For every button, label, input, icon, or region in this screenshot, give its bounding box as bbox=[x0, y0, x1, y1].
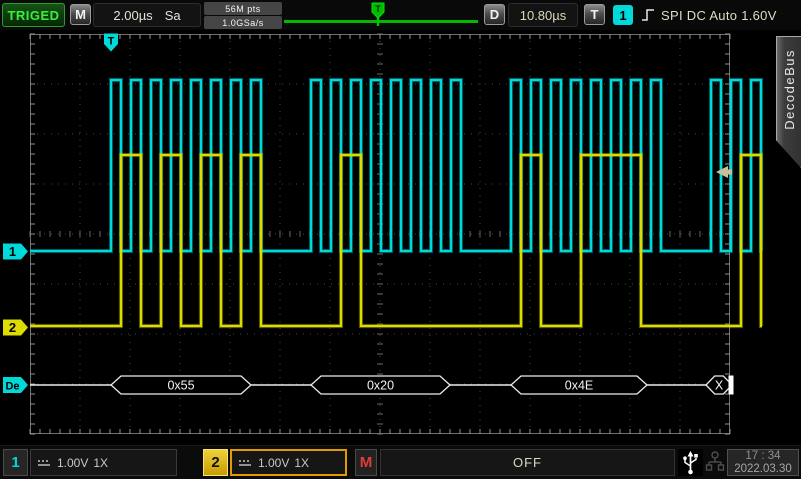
top-status-bar: TRIGED M 2.00µs Sa 56M pts 1.0GSa/s T D … bbox=[0, 0, 801, 30]
svg-text:0x4E: 0x4E bbox=[565, 379, 594, 393]
memory-trigger-pin-icon[interactable]: T bbox=[370, 1, 386, 29]
svg-text:X: X bbox=[715, 379, 724, 393]
ch1-scale: 1.00V bbox=[57, 456, 88, 470]
rising-edge-icon bbox=[641, 7, 657, 23]
trigger-position-flag[interactable]: T bbox=[104, 34, 118, 52]
usb-icon bbox=[681, 450, 700, 475]
ch2-settings-box-selected[interactable]: 1.00V 1X bbox=[230, 449, 347, 476]
sample-rate-label: 1.0GSa/s bbox=[204, 16, 282, 29]
ch1-settings-box[interactable]: 1.00V 1X bbox=[30, 449, 177, 476]
trigger-status-badge: TRIGED bbox=[2, 3, 65, 27]
timebase-value: 2.00µs bbox=[113, 8, 152, 23]
scope-display: 0x550x200x4EXT12De bbox=[0, 0, 801, 479]
dc-coupling-icon bbox=[37, 457, 52, 469]
bottom-status-bar: 1 1.00V 1X 2 1.00V 1X M OFF bbox=[0, 445, 801, 479]
ch1-badge[interactable]: 1 bbox=[3, 449, 28, 476]
sample-mode-label: Sa bbox=[165, 8, 181, 23]
math-status-box[interactable]: OFF bbox=[380, 449, 675, 476]
ch1-ground-badge[interactable]: 1 bbox=[3, 244, 28, 260]
trigger-settings-text: SPI DC Auto 1.60V bbox=[661, 0, 777, 30]
decode-bus-row: 0x55 0x20 0x4E X bbox=[30, 376, 734, 395]
timebase-box[interactable]: 2.00µs Sa bbox=[93, 3, 201, 27]
datetime-box: 17 : 34 2022.03.30 bbox=[727, 449, 799, 476]
svg-text:2: 2 bbox=[9, 320, 16, 335]
ch2-ground-badge[interactable]: 2 bbox=[3, 320, 28, 336]
clock-time: 17 : 34 bbox=[745, 450, 780, 463]
ch2-probe: 1X bbox=[294, 456, 309, 470]
ch1-probe: 1X bbox=[93, 456, 108, 470]
trigger-delay-value[interactable]: 10.80µs bbox=[508, 3, 578, 27]
lan-status bbox=[704, 449, 726, 476]
decode-tab-label: DecodeBus bbox=[782, 49, 797, 130]
trigger-source-badge[interactable]: 1 bbox=[613, 5, 633, 25]
lan-icon bbox=[705, 450, 725, 475]
delay-menu-badge[interactable]: D bbox=[484, 4, 505, 25]
svg-text:0x20: 0x20 bbox=[367, 379, 394, 393]
svg-text:1: 1 bbox=[9, 244, 16, 259]
ch2-badge[interactable]: 2 bbox=[203, 449, 228, 476]
ch2-scale: 1.00V bbox=[258, 456, 289, 470]
svg-text:T: T bbox=[375, 4, 381, 14]
decode-ground-badge[interactable]: De bbox=[3, 377, 28, 393]
svg-text:De: De bbox=[5, 381, 19, 393]
dc-coupling-icon bbox=[238, 457, 253, 469]
usb-status bbox=[678, 449, 703, 476]
math-badge[interactable]: M bbox=[355, 449, 377, 476]
clock-date: 2022.03.30 bbox=[734, 463, 792, 476]
svg-text:T: T bbox=[108, 36, 115, 48]
memory-depth-label: 56M pts bbox=[204, 2, 282, 15]
svg-text:0x55: 0x55 bbox=[167, 379, 194, 393]
horizontal-menu-badge[interactable]: M bbox=[70, 4, 91, 25]
trigger-menu-badge[interactable]: T bbox=[584, 4, 605, 25]
